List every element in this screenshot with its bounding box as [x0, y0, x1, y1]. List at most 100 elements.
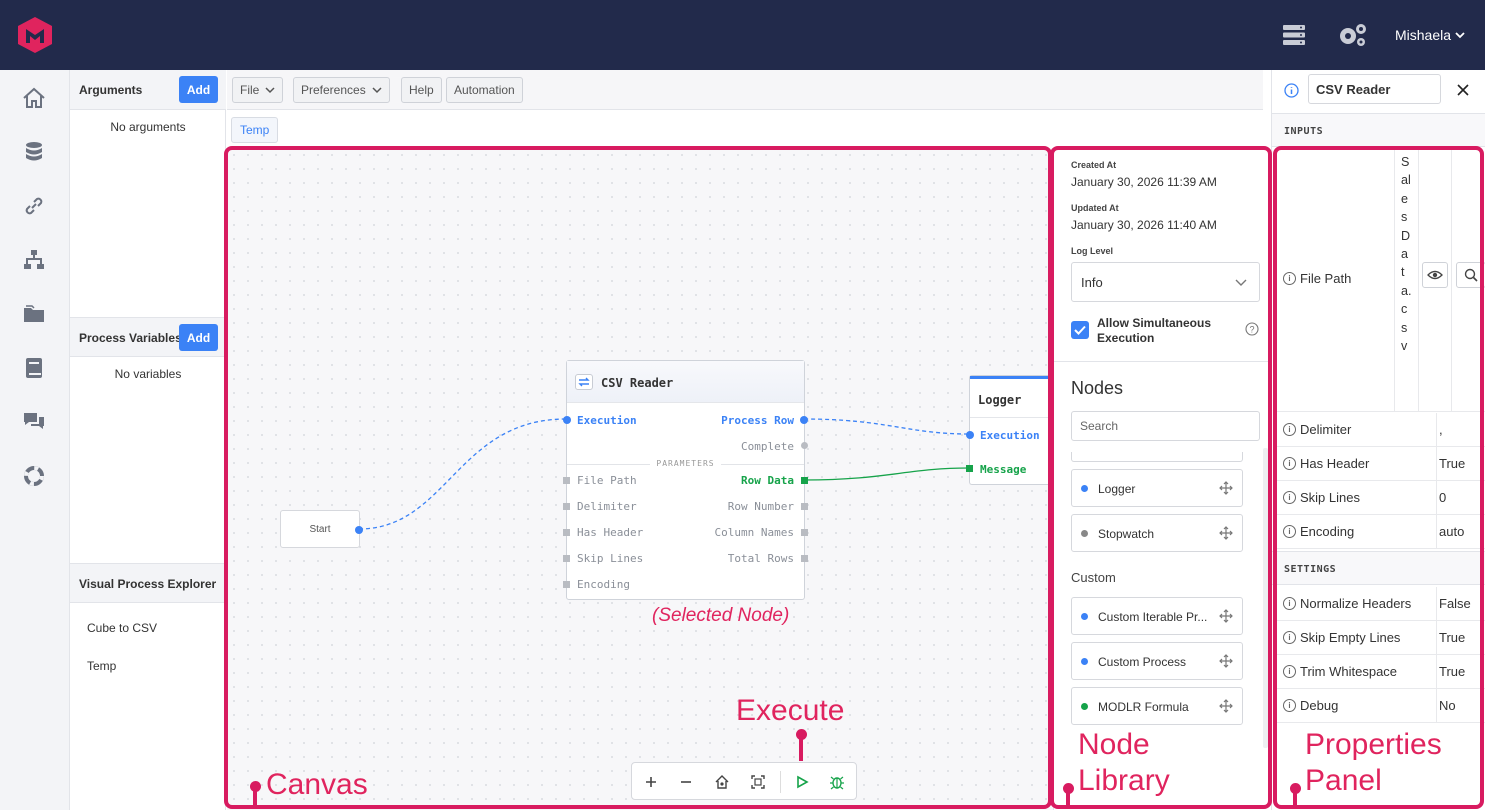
csv-param-delimiter[interactable]: Delimiter	[577, 500, 637, 513]
logger-node[interactable]: Logger Execution Message	[966, 375, 1053, 485]
prop-value-cell[interactable]	[1436, 413, 1485, 446]
info-icon: i	[1283, 491, 1296, 504]
lifebuoy-icon[interactable]	[22, 464, 46, 488]
help-button[interactable]: Help	[401, 77, 442, 103]
node-name-input[interactable]: CSV Reader	[1308, 74, 1441, 104]
add-variable-button[interactable]: Add	[179, 324, 218, 351]
tab-temp[interactable]: Temp	[231, 117, 279, 143]
data-port[interactable]	[801, 503, 808, 510]
logger-input-execution[interactable]: Execution	[980, 429, 1040, 442]
info-icon: i	[1283, 665, 1296, 678]
csv-param-has-header[interactable]: Has Header	[577, 526, 643, 539]
logger-execution-port[interactable]	[966, 431, 974, 439]
move-icon[interactable]	[1219, 609, 1233, 623]
process-variables-header: Process Variables Add	[70, 317, 226, 357]
library-node-custom-process[interactable]: Custom Process	[1071, 642, 1243, 680]
process-canvas[interactable]: Start CSV Reader Execution Process Row C…	[227, 148, 1053, 810]
settings-gears-icon[interactable]	[1336, 22, 1368, 48]
chat-icon[interactable]	[22, 410, 46, 434]
debug-button[interactable]	[824, 769, 850, 795]
fit-view-button[interactable]	[745, 769, 771, 795]
csv-output-complete[interactable]: Complete	[741, 440, 794, 453]
csv-output-total-rows[interactable]: Total Rows	[728, 552, 794, 565]
prop-value-delimiter[interactable]: ,	[1439, 422, 1443, 437]
user-menu[interactable]: Mishaela	[1395, 27, 1465, 43]
browse-button[interactable]	[1456, 262, 1485, 288]
data-port[interactable]	[801, 529, 808, 536]
explorer-item-temp[interactable]: Temp	[87, 659, 116, 673]
zoom-out-button[interactable]	[673, 769, 699, 795]
library-node-stopwatch[interactable]: Stopwatch	[1071, 514, 1243, 552]
edge-csv-to-logger-message	[803, 467, 970, 481]
node-search-input[interactable]	[1071, 411, 1260, 441]
data-port[interactable]	[801, 555, 808, 562]
automation-button[interactable]: Automation	[446, 77, 523, 103]
csv-output-row-number[interactable]: Row Number	[728, 500, 794, 513]
start-output-port[interactable]	[355, 526, 363, 534]
csv-input-execution-port[interactable]	[563, 416, 571, 424]
add-argument-button[interactable]: Add	[179, 76, 218, 103]
library-node-modlr-formula[interactable]: MODLR Formula	[1071, 687, 1243, 725]
param-port[interactable]	[563, 477, 570, 484]
csv-output-column-names[interactable]: Column Names	[715, 526, 794, 539]
folder-icon[interactable]	[22, 302, 46, 326]
file-path-value[interactable]: SalesData.csv	[1394, 147, 1418, 411]
library-node-logger[interactable]: Logger	[1071, 469, 1243, 507]
message-port[interactable]	[966, 465, 973, 472]
close-icon[interactable]	[1457, 84, 1469, 96]
csv-reader-node[interactable]: CSV Reader Execution Process Row Complet…	[563, 360, 808, 600]
param-port[interactable]	[563, 503, 570, 510]
info-icon	[1284, 83, 1299, 98]
preferences-menu-button[interactable]: Preferences	[293, 77, 390, 103]
start-node[interactable]: Start	[280, 510, 363, 548]
param-port[interactable]	[563, 581, 570, 588]
execute-button[interactable]	[789, 769, 815, 795]
csv-param-encoding[interactable]: Encoding	[577, 578, 630, 591]
move-icon[interactable]	[1219, 481, 1233, 495]
library-scrollbar[interactable]	[1263, 448, 1268, 748]
csv-output-complete-port[interactable]	[801, 442, 808, 449]
prop-key: i Trim Whitespace	[1283, 664, 1397, 679]
file-path-label: File Path	[1300, 271, 1352, 286]
log-level-select[interactable]: Info	[1071, 262, 1260, 302]
prop-value-debug[interactable]: No	[1439, 698, 1456, 713]
library-node-custom-iterable[interactable]: Custom Iterable Pr...	[1071, 597, 1243, 635]
explorer-item-cube-to-csv[interactable]: Cube to CSV	[87, 621, 157, 635]
csv-output-process-row-port[interactable]	[800, 416, 808, 424]
csv-param-skip-lines[interactable]: Skip Lines	[577, 552, 643, 565]
move-icon[interactable]	[1219, 654, 1233, 668]
move-icon[interactable]	[1219, 699, 1233, 713]
info-icon: i	[1283, 597, 1296, 610]
allow-simultaneous-checkbox[interactable]	[1071, 321, 1089, 339]
book-icon[interactable]	[22, 356, 46, 380]
move-icon[interactable]	[1219, 526, 1233, 540]
prop-value-trim-whitespace[interactable]: True	[1439, 664, 1465, 679]
link-icon[interactable]	[22, 194, 46, 218]
checkmark-icon	[1074, 325, 1086, 335]
prop-value-normalize-headers[interactable]: False	[1439, 596, 1471, 611]
server-icon[interactable]	[1282, 24, 1306, 46]
prop-value-skip-empty-lines[interactable]: True	[1439, 630, 1465, 645]
created-at-label: Created At	[1071, 160, 1117, 170]
app-logo[interactable]	[16, 16, 54, 54]
param-port[interactable]	[563, 555, 570, 562]
prop-value-encoding[interactable]: auto	[1439, 524, 1464, 539]
help-circle-icon[interactable]: ?	[1245, 322, 1259, 336]
preview-button[interactable]	[1422, 262, 1448, 288]
csv-output-process-row[interactable]: Process Row	[721, 414, 794, 427]
database-icon[interactable]	[22, 140, 46, 164]
home-icon[interactable]	[22, 86, 46, 110]
csv-output-row-data[interactable]: Row Data	[741, 474, 794, 487]
csv-param-file-path[interactable]: File Path	[577, 474, 637, 487]
logger-input-message[interactable]: Message	[980, 463, 1026, 476]
row-data-port[interactable]	[801, 477, 808, 484]
prop-value-skip-lines[interactable]: 0	[1439, 490, 1446, 505]
zoom-in-button[interactable]	[638, 769, 664, 795]
hierarchy-icon[interactable]	[22, 248, 46, 272]
csv-input-execution[interactable]: Execution	[577, 414, 637, 427]
file-menu-button[interactable]: File	[232, 77, 284, 103]
param-port[interactable]	[563, 529, 570, 536]
center-view-button[interactable]	[709, 769, 735, 795]
prop-value-has-header[interactable]: True	[1439, 456, 1465, 471]
prop-key: i Encoding	[1283, 524, 1354, 539]
